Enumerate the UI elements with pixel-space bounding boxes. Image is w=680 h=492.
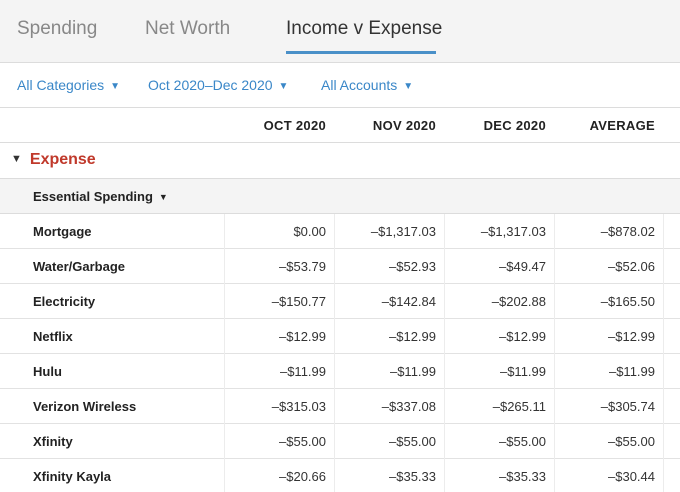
accounts-dropdown[interactable]: All Accounts ▼: [321, 77, 413, 93]
tab-net-worth[interactable]: Net Worth: [145, 18, 230, 40]
cell-nov-2020: –$12.99: [334, 319, 444, 354]
categories-dropdown-label: All Categories: [17, 77, 105, 93]
cell-dec-2020: –$35.33: [444, 459, 554, 492]
caret-down-icon: ▼: [11, 153, 22, 165]
cell-dec-2020: –$49.47: [444, 249, 554, 284]
column-header-average: AVERAGE: [589, 118, 655, 133]
row-label: Netflix: [33, 329, 73, 344]
column-header-nov-2020: NOV 2020: [372, 118, 436, 133]
cell-average: –$165.50: [554, 284, 663, 319]
cell-dec-2020: –$265.11: [444, 389, 554, 424]
cell-dec-2020: –$55.00: [444, 424, 554, 459]
cell-oct-2020: –$55.00: [224, 424, 334, 459]
categories-dropdown[interactable]: All Categories ▼: [17, 77, 120, 93]
expense-section-row: ▼ Expense: [0, 143, 680, 179]
cell-dec-2020: –$11.99: [444, 354, 554, 389]
row-label: Mortgage: [33, 224, 92, 239]
cell-nov-2020: –$142.84: [334, 284, 444, 319]
filter-bar: All Categories ▼ Oct 2020–Dec 2020 ▼ All A…: [0, 63, 680, 108]
table-row[interactable]: Xfinity –$55.00 –$55.00 –$55.00 –$55.00: [0, 424, 680, 459]
cell-oct-2020: –$315.03: [224, 389, 334, 424]
row-label: Water/Garbage: [33, 259, 125, 274]
tab-income-v-expense[interactable]: Income v Expense: [286, 18, 442, 40]
essential-spending-title: Essential Spending: [33, 189, 153, 204]
cell-dec-2020: –$1,317.03: [444, 214, 554, 249]
cell-average: –$11.99: [554, 354, 663, 389]
cell-nov-2020: –$52.93: [334, 249, 444, 284]
row-label: Hulu: [33, 364, 62, 379]
cell-oct-2020: –$53.79: [224, 249, 334, 284]
table-row[interactable]: Hulu –$11.99 –$11.99 –$11.99 –$11.99: [0, 354, 680, 389]
essential-spending-toggle[interactable]: Essential Spending ▼: [33, 189, 168, 204]
date-range-dropdown[interactable]: Oct 2020–Dec 2020 ▼: [148, 77, 288, 93]
column-divider: [663, 214, 664, 492]
caret-down-icon: ▼: [403, 81, 414, 92]
tab-spending[interactable]: Spending: [17, 18, 97, 40]
caret-down-icon: ▼: [158, 192, 168, 202]
cell-dec-2020: –$12.99: [444, 319, 554, 354]
cell-oct-2020: –$20.66: [224, 459, 334, 492]
cell-average: –$305.74: [554, 389, 663, 424]
row-label: Xfinity Kayla: [33, 469, 112, 484]
cell-dec-2020: –$202.88: [444, 284, 554, 319]
caret-down-icon: ▼: [278, 81, 289, 92]
date-range-dropdown-label: Oct 2020–Dec 2020: [148, 77, 273, 93]
cell-nov-2020: –$1,317.03: [334, 214, 444, 249]
column-header-dec-2020: DEC 2020: [483, 118, 546, 133]
table-header: OCT 2020 NOV 2020 DEC 2020 AVERAGE: [0, 108, 680, 143]
essential-spending-group-row: Essential Spending ▼: [0, 179, 680, 214]
cell-average: –$12.99: [554, 319, 663, 354]
row-label: Verizon Wireless: [33, 399, 137, 414]
table-row[interactable]: Water/Garbage –$53.79 –$52.93 –$49.47 –$…: [0, 249, 680, 284]
cell-nov-2020: –$35.33: [334, 459, 444, 492]
cell-nov-2020: –$11.99: [334, 354, 444, 389]
row-label: Xfinity: [33, 434, 73, 449]
cell-average: –$55.00: [554, 424, 663, 459]
cell-oct-2020: –$150.77: [224, 284, 334, 319]
table-row[interactable]: Netflix –$12.99 –$12.99 –$12.99 –$12.99: [0, 319, 680, 354]
cell-nov-2020: –$337.08: [334, 389, 444, 424]
cell-oct-2020: –$11.99: [224, 354, 334, 389]
caret-down-icon: ▼: [110, 81, 121, 92]
cell-nov-2020: –$55.00: [334, 424, 444, 459]
cell-oct-2020: –$12.99: [224, 319, 334, 354]
row-label: Electricity: [33, 294, 96, 309]
cell-average: –$878.02: [554, 214, 663, 249]
accounts-dropdown-label: All Accounts: [321, 77, 398, 93]
column-header-oct-2020: OCT 2020: [263, 118, 326, 133]
table-row[interactable]: Mortgage $0.00 –$1,317.03 –$1,317.03 –$8…: [0, 214, 680, 249]
expense-table-body: Mortgage $0.00 –$1,317.03 –$1,317.03 –$8…: [0, 214, 680, 492]
expense-section-toggle[interactable]: ▼ Expense: [11, 151, 96, 169]
report-tabs: Spending Net Worth Income v Expense: [0, 0, 680, 63]
table-row[interactable]: Electricity –$150.77 –$142.84 –$202.88 –…: [0, 284, 680, 319]
cell-average: –$52.06: [554, 249, 663, 284]
cell-average: –$30.44: [554, 459, 663, 492]
table-row[interactable]: Xfinity Kayla –$20.66 –$35.33 –$35.33 –$…: [0, 459, 680, 492]
expense-section-title: Expense: [29, 151, 96, 168]
active-tab-indicator: [286, 51, 436, 54]
cell-oct-2020: $0.00: [224, 214, 334, 249]
table-row[interactable]: Verizon Wireless –$315.03 –$337.08 –$265…: [0, 389, 680, 424]
